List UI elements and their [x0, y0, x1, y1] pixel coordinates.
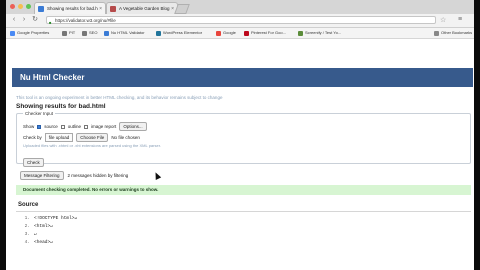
- outline-checkbox[interactable]: [60, 124, 65, 129]
- right-letterbox: [474, 0, 480, 270]
- tagline: This tool is an ongoing experiment in be…: [16, 95, 223, 100]
- bookmark-item[interactable]: Pinterest For Goo...: [244, 29, 286, 37]
- back-arrow-icon[interactable]: ‹: [10, 16, 18, 24]
- window-controls: [10, 4, 31, 9]
- tab-strip: Showing results for bad.h × A Vegetable …: [6, 0, 474, 14]
- image-report-label: image report: [91, 124, 117, 129]
- upload-hint: Uploaded files with .xhtml or .xht exten…: [23, 143, 161, 148]
- screenify-icon: [298, 30, 303, 36]
- forward-arrow-icon[interactable]: ›: [20, 16, 28, 24]
- blog-favicon-icon: [110, 6, 116, 12]
- tab-garden-blog[interactable]: A Vegetable Garden Blog ×: [106, 2, 178, 14]
- minimize-window-button[interactable]: [18, 4, 23, 9]
- outline-label: outline: [67, 124, 82, 129]
- source-line: 4. <head>↵: [16, 239, 53, 246]
- line-text: ↵: [34, 232, 37, 237]
- browser-window: Showing results for bad.h × A Vegetable …: [6, 0, 474, 270]
- bookmark-label: Screenify / Test Yo...: [305, 30, 342, 35]
- page-title: Nu Html Checker: [12, 68, 473, 87]
- bookmark-label: Nu HTML Validator: [111, 30, 145, 35]
- bookmark-label: Google Properties: [17, 30, 50, 35]
- wordpress-icon: [156, 30, 161, 36]
- checker-input-fieldset: Checker Input Show source outline image …: [16, 111, 471, 167]
- pinterest-icon: [244, 30, 249, 36]
- bookmark-star-icon[interactable]: ☆: [440, 16, 446, 24]
- bookmark-item[interactable]: Google Properties: [10, 29, 49, 37]
- image-report-checkbox[interactable]: [84, 124, 89, 129]
- message-filtering-button[interactable]: Message Filtering: [20, 171, 64, 180]
- no-file-text: No file chosen: [111, 135, 140, 140]
- source-line: 1. <!DOCTYPE html>↵: [16, 215, 78, 222]
- line-text: <html>↵: [34, 224, 53, 229]
- line-number: 1.: [24, 216, 30, 221]
- browser-toolbar: ‹ › ↻ ■ https://validator.w3.org/nu/#fil…: [6, 14, 474, 28]
- bookmark-folder-icon: [10, 30, 15, 36]
- message-filtering-row: Message Filtering 2 messages hidden by f…: [20, 171, 128, 180]
- tab-validator[interactable]: Showing results for bad.h ×: [34, 2, 106, 14]
- source-checkbox[interactable]: [37, 124, 42, 129]
- check-by-label: Check by: [23, 135, 42, 140]
- source-label: source: [44, 124, 58, 129]
- bookmark-label: Google: [223, 30, 236, 35]
- bookmarks-bar: Google Properties PIT SEO Nu HTML Valida…: [6, 28, 474, 39]
- new-tab-button[interactable]: [174, 4, 190, 14]
- address-text: https://validator.w3.org/nu/#file: [55, 18, 116, 23]
- line-text: <head>↵: [34, 240, 53, 245]
- tab-label: Showing results for bad.h: [47, 6, 98, 11]
- bookmark-label: PIT: [69, 30, 76, 35]
- bookmark-item[interactable]: Screenify / Test Yo...: [298, 29, 341, 37]
- bookmark-item[interactable]: Nu HTML Validator: [104, 29, 145, 37]
- line-number: 4.: [24, 240, 30, 245]
- line-text: <!DOCTYPE html>↵: [34, 216, 78, 221]
- source-listing: 1. <!DOCTYPE html>↵ 2. <html>↵ 3. ↵ 4. <head…: [16, 211, 471, 270]
- check-button[interactable]: Check: [23, 158, 44, 167]
- close-window-button[interactable]: [10, 4, 15, 9]
- bookmark-item[interactable]: PIT: [62, 29, 75, 37]
- results-heading: Showing results for bad.html: [16, 103, 106, 110]
- tab-label: A Vegetable Garden Blog: [119, 6, 170, 11]
- source-heading: Source: [18, 202, 39, 208]
- lock-icon: ■: [49, 19, 52, 25]
- bookmark-item[interactable]: Google: [216, 29, 236, 37]
- success-message: Document checking completed. No errors o…: [16, 185, 471, 195]
- line-number: 2.: [24, 224, 30, 229]
- address-bar[interactable]: ■ https://validator.w3.org/nu/#file: [46, 16, 436, 25]
- close-tab-icon[interactable]: ×: [99, 3, 102, 14]
- page-content: Nu Html Checker This tool is an ongoing …: [6, 39, 474, 270]
- google-icon: [216, 30, 221, 36]
- zoom-window-button[interactable]: [26, 4, 31, 9]
- bookmark-label: Other Bookmarks: [441, 30, 473, 35]
- reload-icon[interactable]: ↻: [31, 16, 39, 24]
- mouse-cursor-icon: [152, 171, 162, 180]
- check-by-select[interactable]: file upload: [44, 133, 74, 142]
- source-line: 2. <html>↵: [16, 223, 53, 230]
- bookmark-label: WordPress Elementor: [163, 30, 203, 35]
- validator-favicon-icon: [38, 6, 44, 12]
- bookmark-folder-icon: [62, 30, 67, 36]
- hidden-messages-text: 2 messages hidden by filtering: [67, 173, 129, 178]
- show-options-row: Show source outline image report Options…: [23, 122, 147, 131]
- choose-file-button[interactable]: Choose File: [76, 133, 109, 142]
- bookmark-label: SEO: [89, 30, 98, 35]
- show-label: Show: [23, 124, 35, 129]
- source-line: 3. ↵: [16, 231, 37, 238]
- bookmark-label: Pinterest For Goo...: [251, 30, 286, 35]
- line-number: 3.: [24, 232, 30, 237]
- bookmark-item[interactable]: SEO: [82, 29, 97, 37]
- bookmark-item[interactable]: Other Bookmarks: [434, 29, 472, 37]
- bookmark-item[interactable]: WordPress Elementor: [156, 29, 202, 37]
- browser-menu-icon[interactable]: ≡: [458, 16, 462, 23]
- bookmark-folder-icon: [82, 30, 87, 36]
- options-button[interactable]: Options...: [119, 122, 147, 131]
- checker-input-legend: Checker Input: [23, 111, 56, 116]
- validator-favicon-icon: [104, 30, 109, 36]
- bookmark-folder-icon: [434, 30, 439, 36]
- check-by-row: Check by file upload Choose File No file…: [23, 133, 140, 142]
